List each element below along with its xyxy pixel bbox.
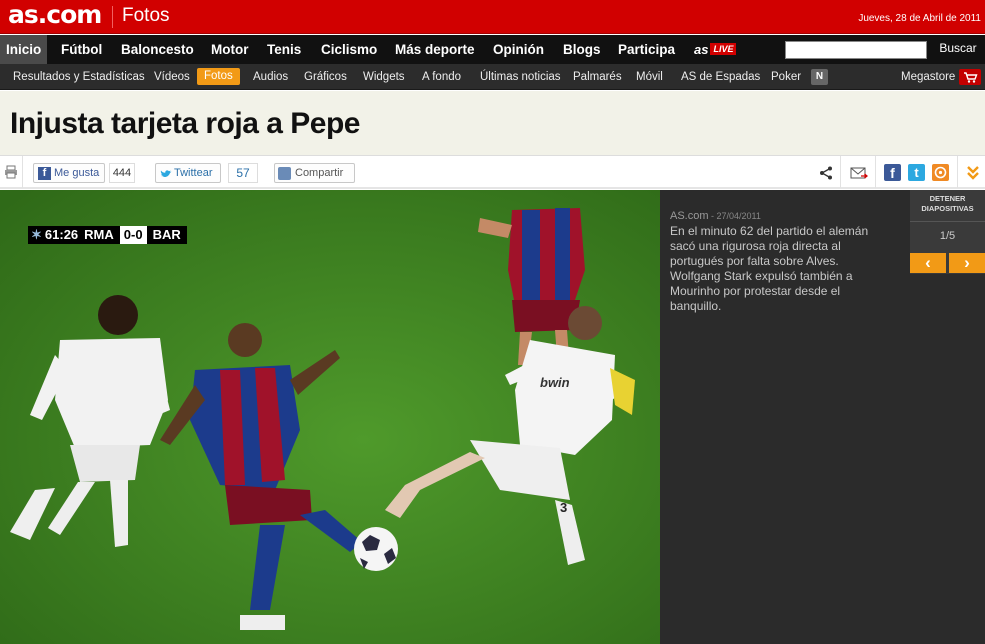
search-input[interactable] xyxy=(785,41,927,59)
subnav-item-a-fondo[interactable]: A fondo xyxy=(422,64,461,90)
nav-item-opinion[interactable]: Opinión xyxy=(493,35,544,64)
nav-item-participa[interactable]: Participa xyxy=(618,35,675,64)
toolbar-separator xyxy=(22,156,23,188)
caption-date: 27/04/2011 xyxy=(716,211,761,221)
nav-item-baloncesto[interactable]: Baloncesto xyxy=(121,35,194,64)
subnav-item-palmares[interactable]: Palmarés xyxy=(573,64,622,90)
social-toolbar: f Me gusta 444 Twittear 57 Compartir f t xyxy=(0,155,985,189)
facebook-like-button[interactable]: f Me gusta xyxy=(33,163,105,183)
headline-band: Injusta tarjeta roja a Pepe xyxy=(0,91,985,155)
stop-label-line1: DETENER xyxy=(929,194,966,203)
share-label: Compartir xyxy=(295,167,344,179)
subnav-item-widgets[interactable]: Widgets xyxy=(363,64,405,90)
twitter-button[interactable]: Twittear xyxy=(155,163,221,183)
subnav-item-movil[interactable]: Móvil xyxy=(636,64,663,90)
slideshow-divider xyxy=(910,221,985,222)
match-photo-illustration xyxy=(0,190,660,644)
next-slide-button[interactable]: › xyxy=(949,253,985,273)
nav-item-mas-deporte[interactable]: Más deporte xyxy=(395,35,475,64)
subnav-item-resultados[interactable]: Resultados y Estadísticas xyxy=(13,64,145,90)
twitter-bird-icon xyxy=(160,168,172,179)
match-photo[interactable]: ✶ 61:26 RMA 0-0 BAR bwin 3 xyxy=(0,190,660,644)
as-logo[interactable]: as.com xyxy=(8,0,102,34)
tv-scoreboard: ✶ 61:26 RMA 0-0 BAR xyxy=(28,226,187,244)
subnav-item-fotos[interactable]: Fotos xyxy=(197,68,240,85)
tweet-label: Twittear xyxy=(174,167,213,179)
subnav-item-as-de-espadas[interactable]: AS de Espadas xyxy=(681,64,760,90)
meneame-icon[interactable] xyxy=(932,164,949,181)
subnav-item-videos[interactable]: Vídeos xyxy=(154,64,190,90)
caption-text: En el minuto 62 del partido el alemán sa… xyxy=(670,224,869,313)
nav-item-futbol[interactable]: Fútbol xyxy=(61,35,102,64)
search-button[interactable]: Buscar xyxy=(931,39,985,57)
away-team: BAR xyxy=(152,227,181,242)
prev-slide-button[interactable]: ‹ xyxy=(910,253,946,273)
slideshow-controls: DETENER DIAPOSITIVAS 1/5 ‹ › xyxy=(910,190,985,274)
like-count: 444 xyxy=(109,163,135,183)
header-divider xyxy=(112,6,113,28)
subnav-item-audios[interactable]: Audios xyxy=(253,64,288,90)
nav-item-inicio[interactable]: Inicio xyxy=(0,35,48,64)
subnav-item-graficos[interactable]: Gráficos xyxy=(304,64,347,90)
print-icon[interactable] xyxy=(4,165,18,184)
nav-item-ciclismo[interactable]: Ciclismo xyxy=(321,35,377,64)
caption-byline: AS.com - 27/04/2011 xyxy=(670,210,761,222)
twitter-share-icon[interactable]: t xyxy=(908,164,925,181)
like-label: Me gusta xyxy=(54,167,100,179)
top-bar: as.com Fotos Jueves, 28 de Abril de 2011 xyxy=(0,0,985,34)
stop-label-line2: DIAPOSITIVAS xyxy=(921,204,974,213)
as-live-label: as xyxy=(694,42,709,57)
expand-chevron-icon[interactable] xyxy=(966,165,980,186)
slide-counter: 1/5 xyxy=(939,230,956,242)
nav-item-motor[interactable]: Motor xyxy=(211,35,249,64)
match-ball xyxy=(354,527,398,571)
tweet-count: 57 xyxy=(228,163,258,183)
nav-item-blogs[interactable]: Blogs xyxy=(563,35,601,64)
subnav-item-megastore[interactable]: Megastore xyxy=(901,64,955,90)
competition-icon: ✶ xyxy=(31,227,42,242)
facebook-icon: f xyxy=(38,167,51,180)
stop-slideshow-button[interactable]: DETENER DIAPOSITIVAS xyxy=(910,194,985,214)
new-badge[interactable]: N xyxy=(811,69,828,85)
share-widget-icon xyxy=(278,167,291,180)
cart-icon[interactable] xyxy=(959,69,981,85)
home-team: RMA xyxy=(84,227,114,242)
share-nodes-icon[interactable] xyxy=(819,166,833,185)
caption-panel: AS.com - 27/04/2011 En el minuto 62 del … xyxy=(660,190,985,644)
toolbar-separator xyxy=(957,156,958,188)
toolbar-separator xyxy=(875,156,876,188)
caption-source: AS.com xyxy=(670,210,709,222)
live-badge: LIVE xyxy=(710,43,737,55)
toolbar-separator xyxy=(840,156,841,188)
jersey-number: 3 xyxy=(560,500,568,515)
email-icon[interactable] xyxy=(850,166,869,185)
match-score: 0-0 xyxy=(119,226,147,244)
current-date: Jueves, 28 de Abril de 2011 xyxy=(858,13,981,24)
share-button[interactable]: Compartir xyxy=(274,163,355,183)
facebook-share-icon[interactable]: f xyxy=(884,164,901,181)
article-headline: Injusta tarjeta roja a Pepe xyxy=(10,107,360,140)
nav-item-tenis[interactable]: Tenis xyxy=(267,35,301,64)
as-live-link[interactable]: as LIVE xyxy=(694,41,737,58)
subnav-item-ultimas-noticias[interactable]: Últimas noticias xyxy=(480,64,561,90)
subnav-item-poker[interactable]: Poker xyxy=(771,64,801,90)
main-nav: Inicio Fútbol Baloncesto Motor Tenis Cic… xyxy=(0,35,985,64)
match-clock: 61:26 xyxy=(44,227,79,242)
sub-nav: Resultados y Estadísticas Vídeos Fotos A… xyxy=(0,64,985,90)
section-title[interactable]: Fotos xyxy=(122,5,170,27)
jersey-sponsor: bwin xyxy=(540,375,570,390)
